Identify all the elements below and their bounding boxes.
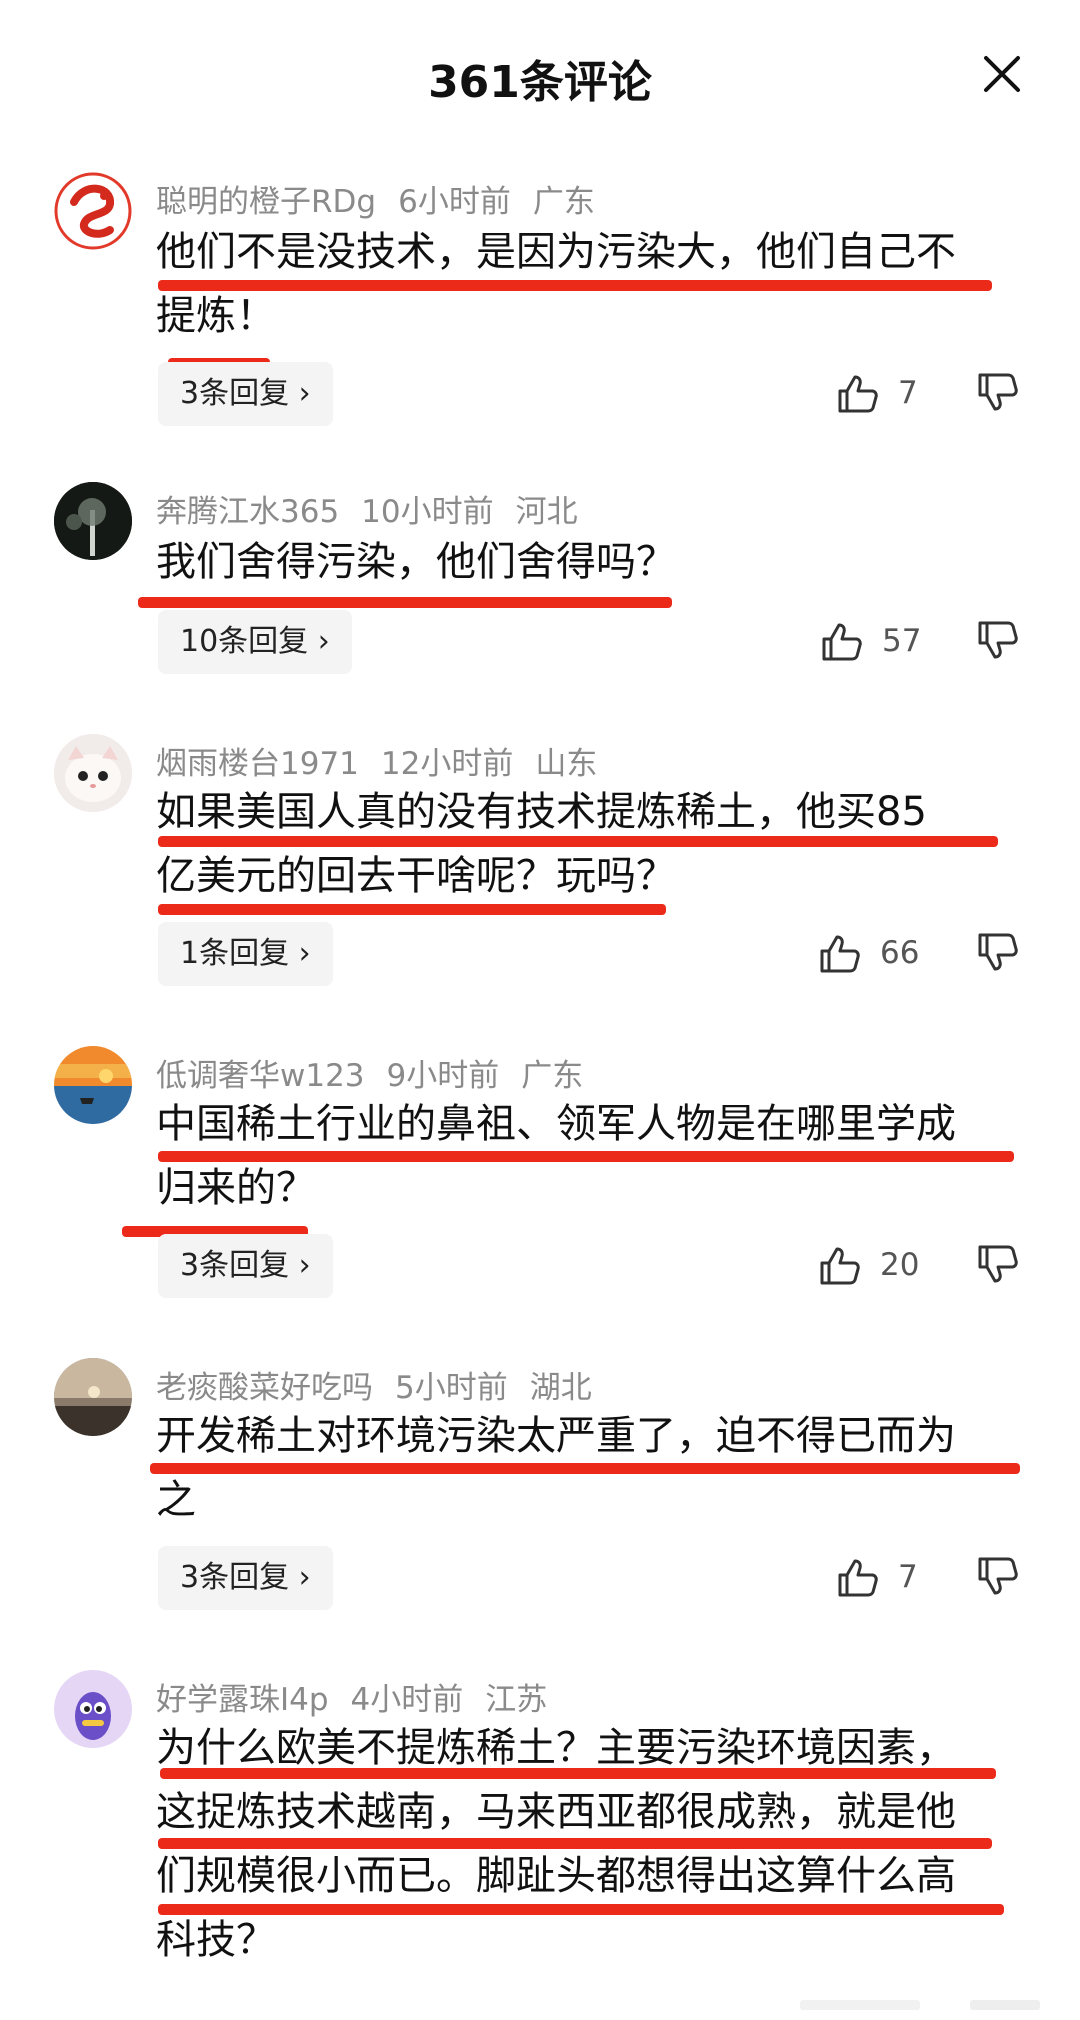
replies-button[interactable]: 10条回复 › (158, 610, 352, 674)
like-count: 66 (880, 935, 920, 971)
comment-line: 们规模很小而已。脚趾头都想得出这算什么高 (156, 1853, 956, 1899)
thumbs-up-icon (838, 375, 878, 413)
avatar[interactable] (54, 734, 132, 812)
comment-meta: 老痰酸菜好吃吗 5小时前 湖北 (156, 1362, 614, 1407)
region: 河北 (515, 494, 578, 530)
thumbs-up-icon (820, 935, 860, 973)
region: 山东 (535, 746, 598, 782)
comment-meta: 烟雨楼台1971 12小时前 山东 (156, 738, 619, 783)
highlight-underline (158, 904, 666, 915)
next-row-peek (800, 1996, 1044, 2012)
timestamp: 10小时前 (361, 494, 494, 530)
replies-button[interactable]: 3条回复 › (158, 1546, 333, 1610)
like-button[interactable]: 7 (836, 371, 918, 415)
comment-line: 这捉炼技术越南，马来西亚都很成熟，就是他 (156, 1789, 956, 1835)
page-title: 361条评论 (428, 57, 652, 108)
highlight-underline (158, 1838, 992, 1849)
like-button[interactable]: 66 (818, 931, 919, 975)
timestamp: 9小时前 (386, 1058, 500, 1094)
username[interactable]: 聪明的橙子RDg (156, 184, 376, 220)
comments-header: 361条评论 (0, 0, 1080, 150)
timestamp: 6小时前 (398, 184, 511, 220)
comment-meta: 聪明的橙子RDg 6小时前 广东 (156, 176, 617, 221)
highlight-underline (158, 836, 998, 847)
comment-line: 亿美元的回去干啥呢？玩吗？ (156, 853, 676, 899)
region: 江苏 (485, 1682, 548, 1718)
comment-line: 科技？ (156, 1917, 276, 1963)
thumbs-down-icon (978, 1245, 1018, 1283)
timestamp: 4小时前 (350, 1682, 464, 1718)
comment-line: 之 (156, 1477, 196, 1523)
highlight-underline (160, 1768, 996, 1779)
comment-line: 我们舍得污染，他们舍得吗？ (156, 539, 676, 585)
username[interactable]: 奔腾江水365 (156, 494, 339, 530)
thumbs-down-icon (978, 621, 1018, 659)
highlight-underline (158, 1151, 1014, 1162)
username[interactable]: 老痰酸菜好吃吗 (156, 1370, 373, 1406)
like-count: 7 (898, 375, 918, 411)
avatar[interactable] (54, 482, 132, 560)
dislike-button[interactable] (976, 1555, 1020, 1599)
thumbs-up-icon (838, 1559, 878, 1597)
close-button[interactable] (978, 50, 1026, 98)
replies-button[interactable]: 1条回复 › (158, 922, 333, 986)
timestamp: 12小时前 (380, 746, 514, 782)
highlight-underline (158, 1904, 1004, 1915)
comment-line: 提炼！ (156, 293, 276, 339)
username[interactable]: 好学露珠I4p (156, 1682, 329, 1718)
comment-text: 我们舍得污染，他们舍得吗？ (156, 530, 1036, 594)
region: 广东 (521, 1058, 584, 1094)
highlight-underline (150, 1463, 1020, 1474)
dislike-button[interactable] (976, 619, 1020, 663)
like-button[interactable]: 57 (820, 619, 921, 663)
region: 广东 (532, 184, 595, 220)
avatar[interactable] (54, 1670, 132, 1748)
like-count: 7 (898, 1559, 918, 1595)
replies-button[interactable]: 3条回复 › (158, 362, 333, 426)
like-count: 57 (882, 623, 922, 659)
timestamp: 5小时前 (395, 1370, 508, 1406)
comment-line: 他们不是没技术，是因为污染大，他们自己不 (156, 229, 956, 275)
thumbs-up-icon (822, 623, 862, 661)
comment-line: 如果美国人真的没有技术提炼稀土，他买85 (156, 789, 927, 835)
like-count: 20 (880, 1247, 920, 1283)
comment-line: 中国稀土行业的鼻祖、领军人物是在哪里学成 (156, 1101, 956, 1147)
dislike-button[interactable] (976, 931, 1020, 975)
highlight-underline (158, 280, 992, 291)
username[interactable]: 低调奢华w123 (156, 1058, 365, 1094)
dislike-button[interactable] (976, 371, 1020, 415)
avatar[interactable] (54, 1358, 132, 1436)
thumbs-down-icon (978, 373, 1018, 411)
close-icon (984, 56, 1020, 92)
thumbs-down-icon (978, 1557, 1018, 1595)
comment-line: 归来的？ (156, 1165, 316, 1211)
region: 湖北 (529, 1370, 592, 1406)
dislike-button[interactable] (976, 1243, 1020, 1287)
thumbs-up-icon (820, 1247, 860, 1285)
comment-meta: 好学露珠I4p 4小时前 江苏 (156, 1674, 569, 1719)
like-button[interactable]: 7 (836, 1555, 918, 1599)
comment-meta: 奔腾江水365 10小时前 河北 (156, 486, 600, 531)
replies-button[interactable]: 3条回复 › (158, 1234, 333, 1298)
comment-meta: 低调奢华w123 9小时前 广东 (156, 1050, 605, 1095)
highlight-underline (138, 597, 672, 608)
avatar[interactable] (54, 1046, 132, 1124)
like-button[interactable]: 20 (818, 1243, 919, 1287)
comment-line: 开发稀土对环境污染太严重了，迫不得已而为 (156, 1413, 956, 1459)
avatar[interactable] (54, 172, 132, 250)
thumbs-down-icon (978, 933, 1018, 971)
username[interactable]: 烟雨楼台1971 (156, 746, 359, 782)
